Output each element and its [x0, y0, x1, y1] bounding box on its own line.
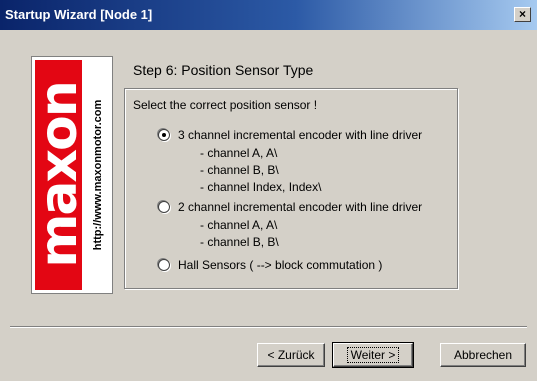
title-bar[interactable]: Startup Wizard [Node 1] ×	[0, 0, 537, 30]
radio-selected-dot	[162, 133, 166, 137]
option-detail: - channel Index, Index\	[200, 180, 322, 194]
radio-icon[interactable]	[158, 259, 170, 271]
radio-icon[interactable]	[158, 129, 170, 141]
option-label[interactable]: 3 channel incremental encoder with line …	[178, 128, 422, 142]
maxon-logo: maxon http://www.maxonmotor.com	[31, 56, 113, 294]
option-label[interactable]: Hall Sensors ( --> block commutation )	[178, 258, 382, 272]
logo-url-text: http://www.maxonmotor.com	[92, 99, 104, 251]
back-button[interactable]: < Zurück	[257, 343, 325, 367]
option-label[interactable]: 2 channel incremental encoder with line …	[178, 200, 422, 214]
step-title: Step 6: Position Sensor Type	[133, 62, 314, 78]
option-detail: - channel B, B\	[200, 163, 279, 177]
back-button-label: < Zurück	[267, 348, 315, 362]
startup-wizard-dialog: Startup Wizard [Node 1] × maxon http://w…	[0, 0, 537, 381]
separator	[10, 326, 527, 328]
option-detail: - channel B, B\	[200, 235, 279, 249]
option-detail: - channel A, A\	[200, 218, 278, 232]
radio-icon[interactable]	[158, 201, 170, 213]
instruction-text: Select the correct position sensor !	[133, 98, 318, 112]
cancel-button-label: Abbrechen	[453, 348, 513, 362]
cancel-button[interactable]: Abbrechen	[440, 343, 526, 367]
close-icon: ×	[518, 7, 526, 21]
option-detail: - channel A, A\	[200, 146, 278, 160]
window-title: Startup Wizard [Node 1]	[5, 7, 153, 22]
next-button[interactable]: Weiter >	[332, 342, 414, 368]
close-button[interactable]: ×	[514, 7, 531, 22]
next-button-label: Weiter >	[346, 347, 400, 363]
logo-brand-text: maxon	[35, 82, 82, 268]
logo-red-panel: maxon	[35, 60, 82, 290]
